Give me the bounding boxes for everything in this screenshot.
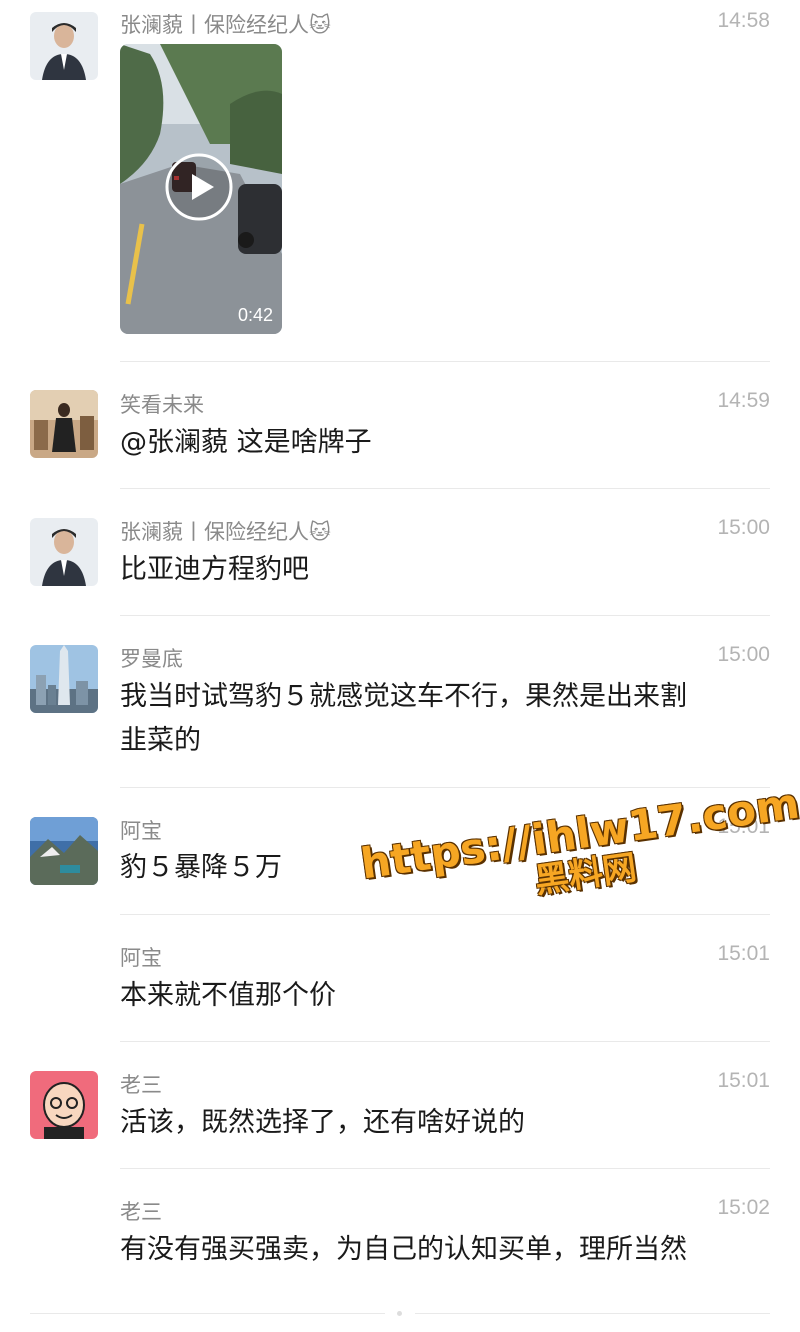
bottom-divider — [415, 1313, 770, 1314]
video-message[interactable]: 0:42 — [120, 44, 282, 334]
message-text: 有没有强买强卖，为自己的认知买单，理所当然 — [120, 1234, 687, 1265]
message-time: 14:58 — [717, 9, 770, 32]
sender-name: 张澜藐丨保险经纪人🐱 — [120, 13, 331, 37]
sender-name: 老三 — [120, 1200, 162, 1224]
sender-name: 阿宝 — [120, 946, 162, 970]
watermark: https://ihlw17.com 黑料网 — [358, 779, 800, 924]
sender-name: 张澜藐丨保险经纪人🐱 — [120, 520, 331, 544]
divider — [120, 488, 770, 489]
divider — [120, 361, 770, 362]
message-text: 豹５暴降５万 — [120, 852, 282, 883]
message-text: 本来就不值那个价 — [120, 980, 336, 1011]
message-text: 我当时试驾豹５就感觉这车不行，果然是出来割 — [120, 681, 687, 712]
avatar[interactable] — [30, 12, 98, 80]
message-time: 15:01 — [717, 942, 770, 965]
avatar[interactable] — [30, 390, 98, 458]
avatar[interactable] — [30, 1071, 98, 1139]
video-duration: 0:42 — [237, 305, 273, 325]
message-text: 比亚迪方程豹吧 — [120, 554, 309, 585]
bottom-divider — [30, 1313, 385, 1314]
divider — [120, 787, 770, 788]
divider — [120, 615, 770, 616]
message-time: 15:01 — [717, 1069, 770, 1092]
sender-name: 笑看未来 — [120, 393, 204, 417]
sender-name: 阿宝 — [120, 819, 162, 843]
divider — [120, 1041, 770, 1042]
sender-name: 罗曼底 — [120, 647, 183, 671]
avatar[interactable] — [30, 518, 98, 586]
message-time: 15:00 — [717, 643, 770, 666]
message-text: 活该，既然选择了，还有啥好说的 — [120, 1107, 525, 1138]
message-time: 14:59 — [717, 389, 770, 412]
sender-name: 老三 — [120, 1073, 162, 1097]
message-time: 15:00 — [717, 516, 770, 539]
message-text: @张澜藐 这是啥牌子 — [120, 427, 372, 458]
avatar[interactable] — [30, 817, 98, 885]
play-icon[interactable] — [164, 152, 234, 222]
divider — [120, 1168, 770, 1169]
avatar[interactable] — [30, 645, 98, 713]
message-text-line2: 韭菜的 — [120, 725, 201, 756]
message-time: 15:02 — [717, 1196, 770, 1219]
page-indicator — [397, 1311, 402, 1316]
